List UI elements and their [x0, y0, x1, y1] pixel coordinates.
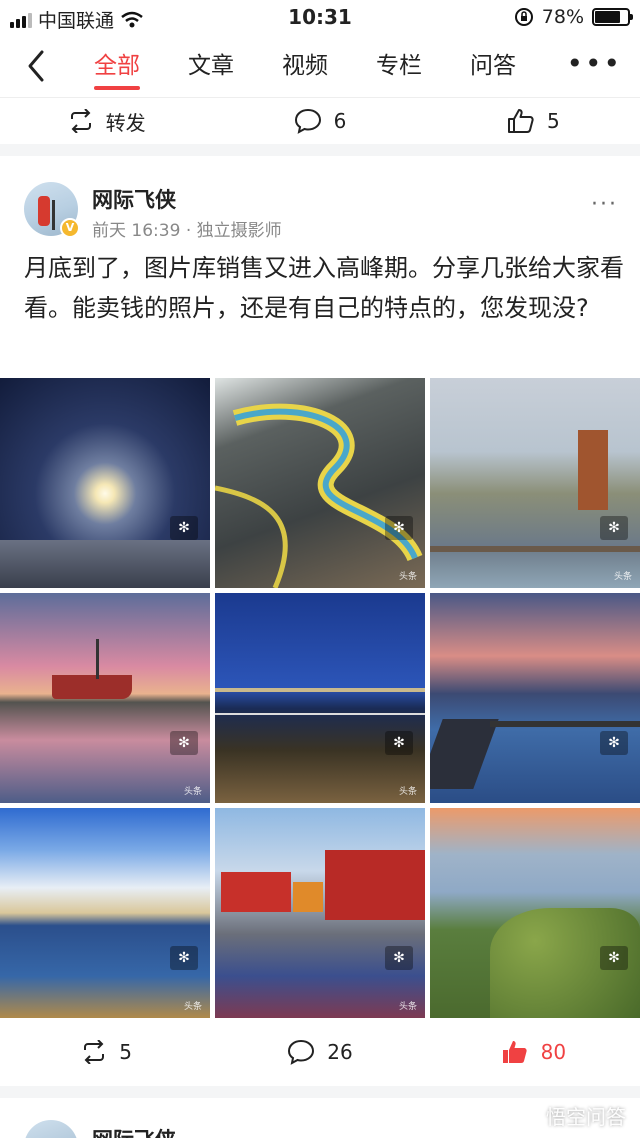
post-card: V 网际飞侠 前天 16:39 · 独立摄影师 ··· 月底到了，图片库销售又进… [0, 156, 640, 1086]
tab-bar: 全部文章视频专栏问答/ [70, 34, 580, 98]
avatar[interactable] [24, 1120, 78, 1138]
status-bar: 中国联通 10:31 78% [0, 0, 640, 34]
repost-button[interactable]: 5 [0, 1040, 213, 1064]
post-more-button[interactable]: ··· [591, 192, 618, 217]
repost-button[interactable]: 转发 [0, 107, 213, 136]
post-meta: 前天 16:39 · 独立摄影师 [92, 216, 282, 241]
repost-icon [68, 109, 94, 133]
verified-badge-icon: V [60, 218, 80, 238]
photo-watermark-icon: ✻ [385, 731, 413, 755]
photo-mossy-shore[interactable]: ✻ [430, 808, 640, 1018]
repost-count: 5 [119, 1040, 133, 1064]
comment-icon [294, 108, 322, 134]
photo-sun-halo[interactable]: ✻ [0, 378, 210, 588]
photo-watermark-text: 头条 [183, 1002, 202, 1012]
like-count: 80 [540, 1040, 567, 1064]
chevron-left-icon [22, 48, 52, 84]
brand-watermark-text: 悟空问答 [546, 1105, 626, 1129]
like-button[interactable]: 80 [427, 1039, 640, 1065]
feed-divider [0, 144, 640, 156]
photo-city-bridge[interactable]: ✻ 头条 [430, 378, 640, 588]
more-menu-button[interactable]: ••• [566, 50, 622, 78]
photo-red-houses[interactable]: ✻ 头条 [215, 808, 425, 1018]
thumbs-up-icon [507, 108, 535, 134]
photo-watermark-text: 头条 [398, 787, 417, 797]
post-text[interactable]: 月底到了，图片库销售又进入高峰期。分享几张给大家看看。能卖钱的照片，还是有自己的… [24, 248, 624, 328]
photo-mountain-lake[interactable]: ✻ 头条 [0, 808, 210, 1018]
brand-watermark: 悟空问答 [514, 1101, 626, 1130]
repost-label: 转发 [105, 110, 146, 135]
back-button[interactable] [22, 48, 52, 84]
photo-watermark-text: 头条 [183, 787, 202, 797]
author-name[interactable]: 网际飞侠 [92, 1124, 176, 1138]
photo-shipwreck[interactable]: ✻ 头条 [0, 593, 210, 803]
feed-divider [0, 1086, 640, 1098]
tab-videos[interactable]: 视频 [258, 34, 352, 98]
photo-grid: ✻ ✻ 头条 ✻ 头条 ✻ 头条 ✻ 头条 ✻ ✻ 头条 ✻ 头条 ✻ [0, 378, 640, 1018]
meta-separator: · [185, 221, 192, 241]
photo-night-harbor[interactable]: ✻ 头条 [215, 593, 425, 803]
photo-watermark-icon: ✻ [600, 946, 628, 970]
comment-count: 26 [327, 1040, 353, 1064]
comment-button[interactable]: 26 [213, 1039, 426, 1065]
photo-watermark-icon: ✻ [170, 516, 198, 540]
photo-watermark-icon: ✻ [170, 946, 198, 970]
like-button[interactable]: 5 [427, 108, 640, 134]
photo-watermark-icon: ✻ [600, 731, 628, 755]
battery-percent: 78% [541, 6, 584, 28]
tab-columns[interactable]: 专栏 [352, 34, 446, 98]
photo-watermark-text: 头条 [398, 572, 417, 582]
post-actions: 5 26 80 [0, 1018, 640, 1086]
photo-lake-dock[interactable]: ✻ [430, 593, 640, 803]
tab-qa[interactable]: 问答 [446, 34, 540, 98]
tab-articles[interactable]: 文章 [164, 34, 258, 98]
tab-all[interactable]: 全部 [70, 34, 164, 98]
photo-watermark-icon: ✻ [385, 516, 413, 540]
thumbs-up-filled-icon [501, 1039, 529, 1065]
photo-river-aerial[interactable]: ✻ 头条 [215, 378, 425, 588]
author-name[interactable]: 网际飞侠 [92, 184, 176, 214]
top-nav: 全部文章视频专栏问答/ ••• [0, 34, 640, 98]
wukong-logo-icon [514, 1103, 540, 1129]
photo-watermark-icon: ✻ [600, 516, 628, 540]
like-count: 5 [546, 109, 560, 133]
battery-icon [592, 8, 633, 26]
photo-watermark-text: 头条 [613, 572, 632, 582]
comment-button[interactable]: 6 [213, 108, 426, 134]
photo-watermark-icon: ✻ [385, 946, 413, 970]
repost-icon [81, 1040, 107, 1064]
comment-icon [287, 1039, 315, 1065]
prev-post-actions: 转发 6 5 [0, 98, 640, 144]
author-title: 独立摄影师 [196, 221, 282, 241]
comment-count: 6 [333, 109, 347, 133]
photo-watermark-icon: ✻ [170, 731, 198, 755]
post-time: 前天 16:39 [92, 221, 181, 241]
rotation-lock-icon [514, 7, 534, 27]
photo-watermark-text: 头条 [398, 1002, 417, 1012]
